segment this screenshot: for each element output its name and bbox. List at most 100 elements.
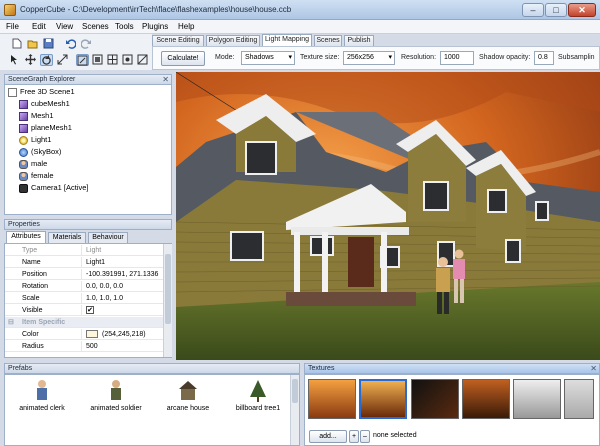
camera-icon: [19, 183, 28, 193]
skybox-icon: [19, 147, 28, 157]
redo-icon[interactable]: [80, 38, 93, 50]
prop-row-visible[interactable]: Visible ✔: [5, 305, 163, 316]
new-file-icon[interactable]: [10, 38, 23, 50]
prop-row-name[interactable]: Name Light1: [5, 257, 163, 268]
prefabs-title: Prefabs: [8, 365, 33, 372]
menu-tools[interactable]: Tools: [113, 21, 136, 32]
texture-sky-3[interactable]: [411, 379, 459, 419]
prop-row-radius[interactable]: Radius 500: [5, 341, 163, 352]
tab-attributes[interactable]: Attributes: [6, 231, 46, 243]
resolution-input[interactable]: 1000: [440, 51, 474, 65]
prop-section-item-specific[interactable]: ⊟ Item Specific: [5, 317, 163, 328]
menu-edit[interactable]: Edit: [30, 21, 48, 32]
tree-item-female[interactable]: female: [19, 170, 54, 182]
view-mode-5-icon[interactable]: [136, 54, 149, 66]
view-mode-3-icon[interactable]: [106, 54, 119, 66]
tree-item-scene[interactable]: Free 3D Scene1: [8, 86, 75, 98]
visible-checkbox[interactable]: ✔: [86, 306, 94, 315]
shadow-opacity-input[interactable]: 0.8: [534, 51, 554, 65]
texture-size-value: 256x256: [347, 54, 374, 61]
prefab-animated-clerk[interactable]: animated clerk: [9, 379, 75, 412]
texture-gray-2[interactable]: [564, 379, 594, 419]
texture-size-label: Texture size:: [300, 54, 340, 61]
texture-sky-4[interactable]: [462, 379, 510, 419]
mode-select[interactable]: Shadows ▾: [241, 51, 295, 65]
prefab-arcane-house[interactable]: arcane house: [155, 379, 221, 412]
position-field[interactable]: -100.391991, 271.1336: [86, 269, 163, 280]
tab-scenes[interactable]: Scenes: [314, 35, 342, 46]
view-mode-2-icon[interactable]: [91, 54, 104, 66]
prop-row-position[interactable]: Position -100.391991, 271.1336: [5, 269, 163, 280]
tree-thumbnail: [247, 379, 269, 403]
tree-item-planemesh1[interactable]: planeMesh1: [19, 122, 72, 134]
prefabs-scrollbar[interactable]: [290, 375, 299, 445]
menu-bar: File Edit View Scenes Tools Plugins Help: [0, 20, 600, 34]
tab-publish[interactable]: Publish: [344, 35, 374, 46]
menu-view[interactable]: View: [54, 21, 75, 32]
prop-row-scale[interactable]: Scale 1.0, 1.0, 1.0: [5, 293, 163, 304]
undo-icon[interactable]: [64, 38, 77, 50]
view-mode-1-icon[interactable]: [76, 54, 89, 66]
menu-scenes[interactable]: Scenes: [80, 21, 111, 32]
coppercube-app-icon: [4, 4, 16, 16]
select-arrow-icon[interactable]: [8, 54, 21, 66]
tab-behaviour[interactable]: Behaviour: [88, 232, 128, 243]
prefabs-header: Prefabs: [4, 363, 300, 374]
calculate-button[interactable]: Calculate!: [161, 51, 205, 66]
tree-item-cubemesh1[interactable]: cubeMesh1: [19, 98, 70, 110]
menu-plugins[interactable]: Plugins: [140, 21, 170, 32]
collapse-icon[interactable]: ⊟: [8, 317, 14, 328]
radius-field[interactable]: 500: [86, 341, 163, 352]
texture-sky-1[interactable]: [308, 379, 356, 419]
light-bulb-icon: [19, 135, 28, 145]
close-icon[interactable]: ✕: [590, 364, 597, 373]
tree-item-mesh1[interactable]: Mesh1: [19, 110, 54, 122]
view-mode-4-icon[interactable]: [121, 54, 134, 66]
prefab-billboard-tree1[interactable]: billboard tree1: [225, 379, 291, 412]
scale-icon[interactable]: [56, 54, 69, 66]
tab-polygon-editing[interactable]: Polygon Editing: [206, 35, 260, 46]
texture-sky-2[interactable]: [359, 379, 407, 419]
arcane-house-thumbnail: [177, 379, 199, 403]
tab-materials[interactable]: Materials: [48, 232, 86, 243]
prop-row-rotation[interactable]: Rotation 0.0, 0.0, 0.0: [5, 281, 163, 292]
prefab-animated-soldier[interactable]: animated soldier: [83, 379, 149, 412]
3d-viewport[interactable]: [176, 72, 600, 360]
move-icon[interactable]: [24, 54, 37, 66]
rotate-icon[interactable]: [40, 54, 53, 66]
textures-header: Textures ✕: [304, 363, 600, 374]
shadow-opacity-label: Shadow opacity:: [479, 54, 531, 61]
name-field[interactable]: Light1: [86, 257, 163, 268]
maximize-button[interactable]: □: [545, 3, 567, 17]
tree-item-light1[interactable]: Light1: [19, 134, 51, 146]
tab-light-mapping[interactable]: Light Mapping: [262, 34, 312, 46]
scenegraph-title: SceneGraph Explorer: [8, 76, 76, 83]
rotation-field[interactable]: 0.0, 0.0, 0.0: [86, 281, 163, 292]
tab-scene-editing[interactable]: Scene Editing: [152, 35, 204, 46]
add-texture-button[interactable]: add...: [309, 430, 347, 443]
mesh-icon: [19, 123, 28, 133]
prop-row-color[interactable]: Color (254,245,218): [5, 329, 163, 340]
window-title: CopperCube - C:\Development\irrTech\flac…: [20, 5, 292, 14]
character-icon: [19, 171, 28, 181]
zoom-out-button[interactable]: –: [360, 430, 370, 443]
tree-item-skybox[interactable]: (SkyBox): [19, 146, 61, 158]
properties-scrollbar[interactable]: [163, 244, 172, 357]
menu-help[interactable]: Help: [176, 21, 196, 32]
menu-file[interactable]: File: [4, 21, 21, 32]
open-folder-icon[interactable]: [26, 38, 39, 50]
texture-size-select[interactable]: 256x256 ▾: [343, 51, 395, 65]
tree-item-male[interactable]: male: [19, 158, 47, 170]
properties-tabs: Attributes Materials Behaviour: [4, 231, 172, 243]
mesh-icon: [19, 99, 28, 109]
scale-field[interactable]: 1.0, 1.0, 1.0: [86, 293, 163, 304]
save-icon[interactable]: [42, 38, 55, 50]
tree-item-camera1[interactable]: Camera1 [Active]: [19, 182, 89, 194]
color-swatch[interactable]: [86, 330, 98, 339]
zoom-in-button[interactable]: +: [349, 430, 359, 443]
minimize-button[interactable]: –: [522, 3, 544, 17]
texture-gray-1[interactable]: [513, 379, 561, 419]
close-button[interactable]: ✕: [568, 3, 596, 17]
soldier-thumbnail: [105, 379, 127, 403]
close-icon[interactable]: ✕: [162, 75, 169, 84]
